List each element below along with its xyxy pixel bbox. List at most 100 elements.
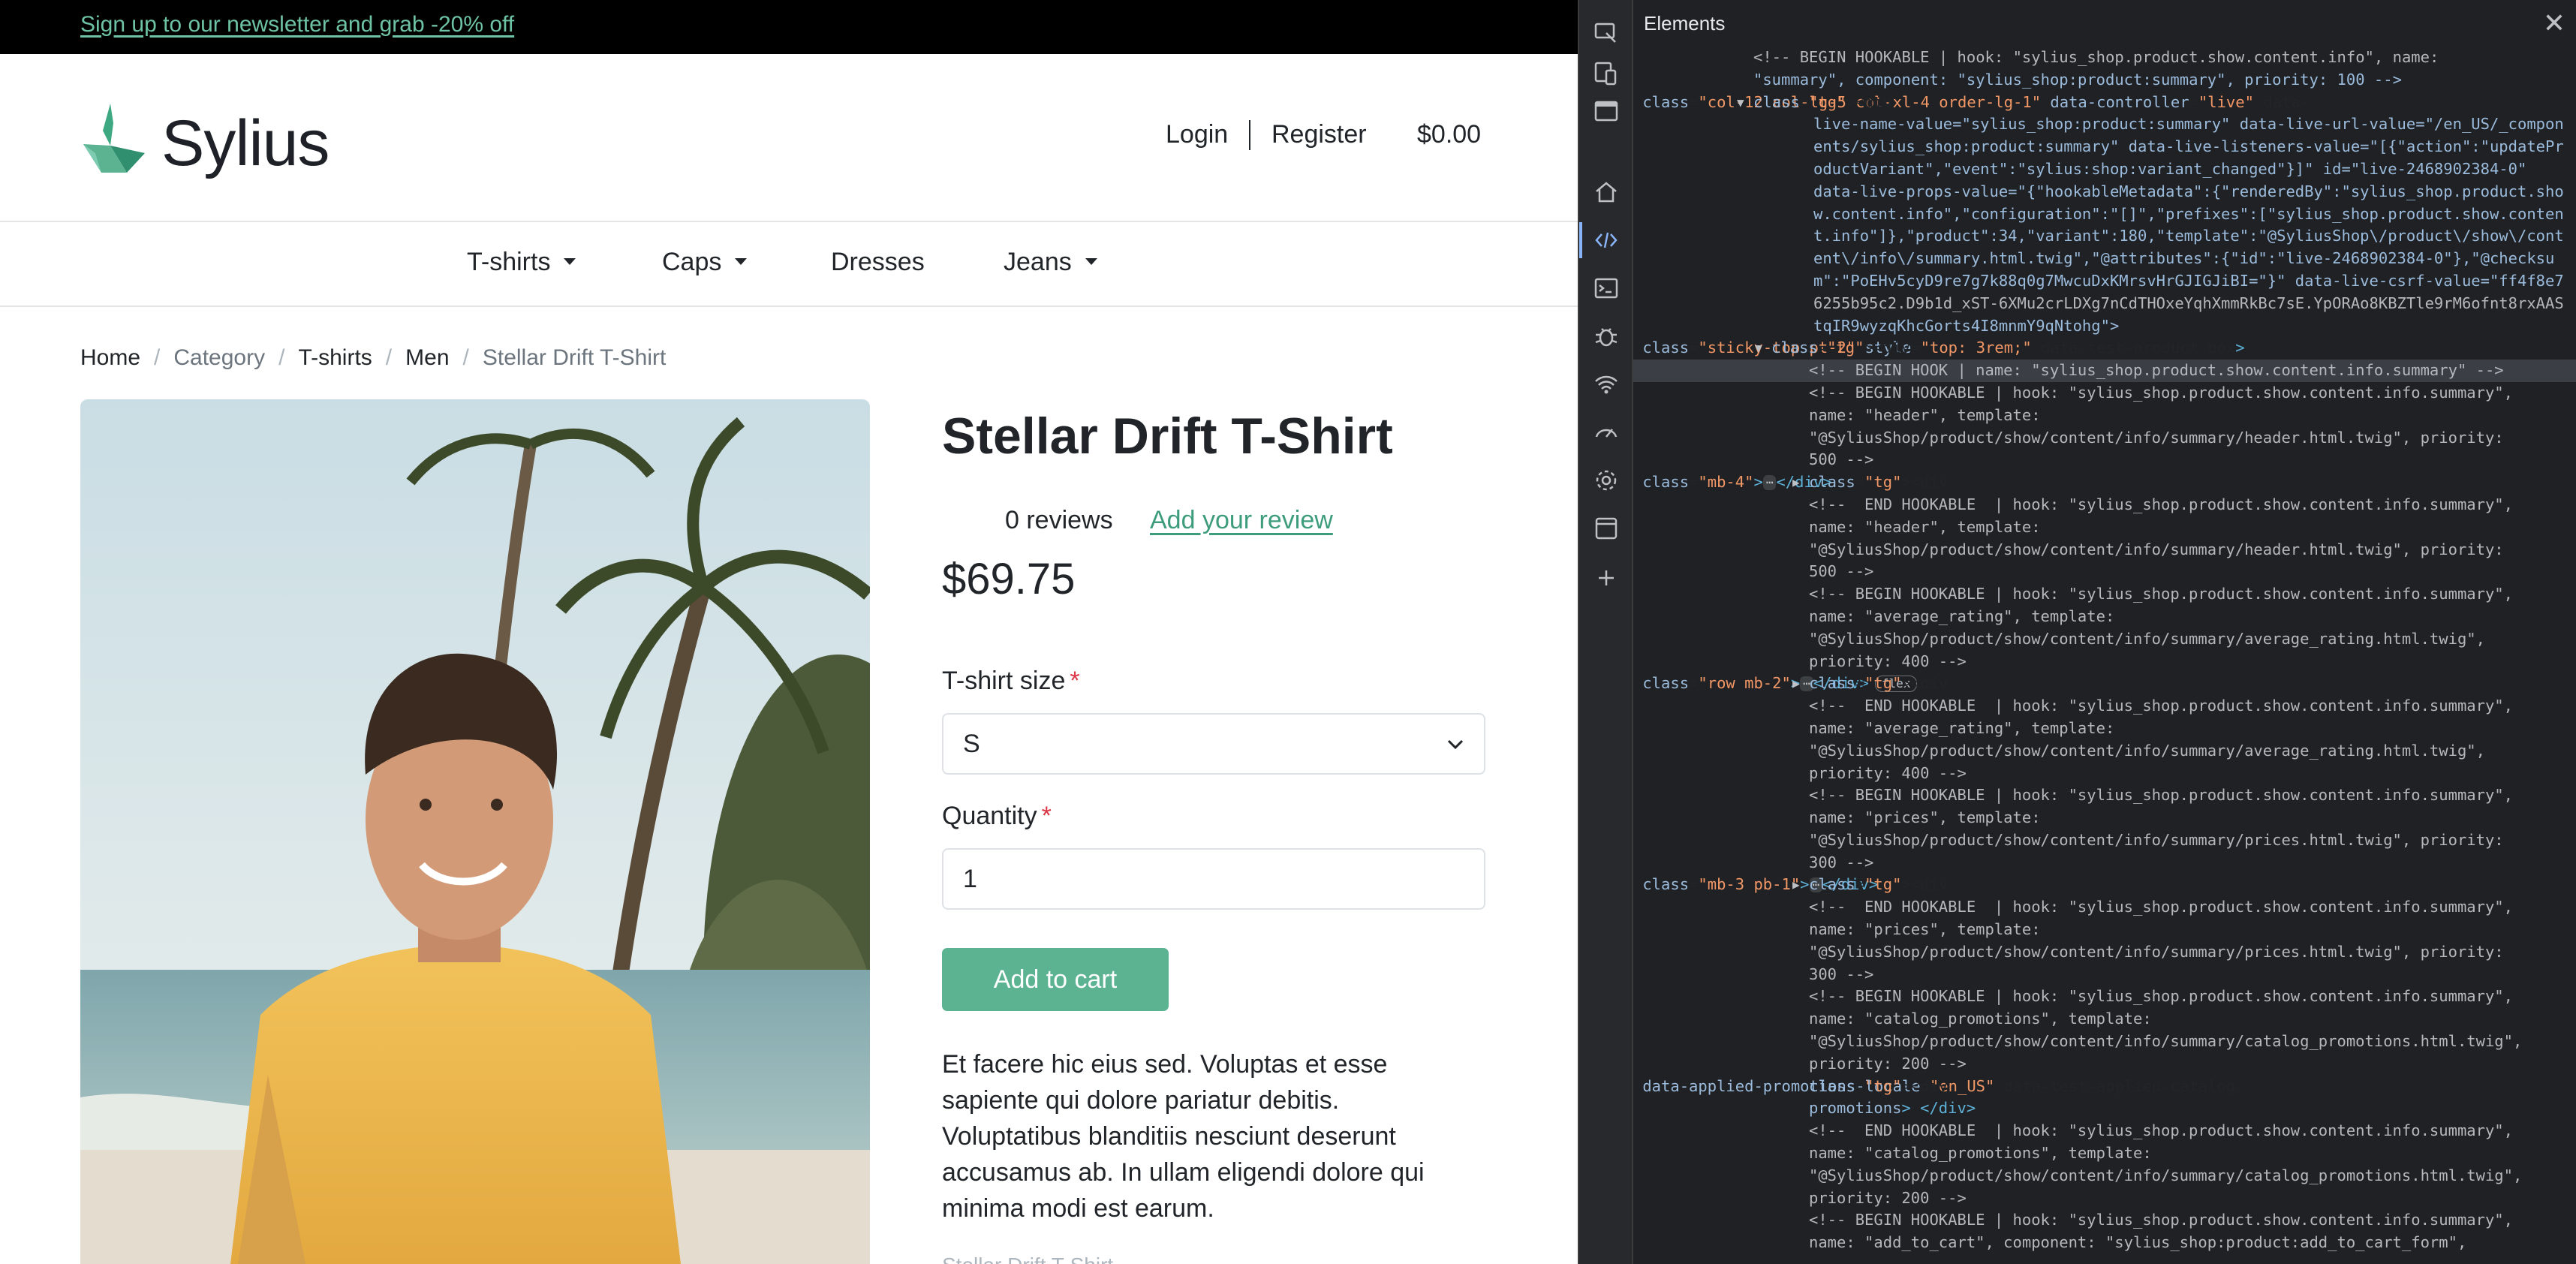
quantity-input[interactable]: 1 (942, 848, 1485, 910)
dom-tree-line[interactable]: ▼ class="tg"><div class="col-12 col-lg-5 … (1633, 92, 2576, 114)
dom-tree-line[interactable]: <!-- END HOOKABLE | hook: "sylius_shop.p… (1633, 1120, 2576, 1142)
quantity-label: Quantity * (942, 802, 1052, 831)
dom-tree-line[interactable]: ▶ class="tg"><div class="row mb-2"> ⋯ </div… (1633, 673, 2576, 695)
collapse-triangle-icon[interactable]: ▶ (1792, 874, 1800, 896)
dom-tree-line[interactable]: "@SyliusShop/product/show/content/info/s… (1633, 1031, 2576, 1053)
newsletter-link[interactable]: Sign up to our newsletter and grab -20% … (80, 12, 514, 38)
collapse-triangle-icon[interactable]: ▶ (1792, 471, 1800, 494)
dom-tree-line[interactable]: name: "prices", template: (1633, 807, 2576, 829)
dom-tree-line[interactable]: "@SyliusShop/product/show/content/info/s… (1633, 539, 2576, 561)
login-link[interactable]: Login (1166, 120, 1228, 149)
breadcrumb-separator: / (385, 345, 393, 370)
product-image[interactable] (80, 399, 870, 1264)
collapse-triangle-icon[interactable]: ▶ (1792, 673, 1800, 695)
dom-tree-line[interactable]: "@SyliusShop/product/show/content/info/s… (1633, 941, 2576, 964)
add-to-cart-button[interactable]: Add to cart (942, 948, 1169, 1011)
device-toolbar-icon[interactable] (1593, 60, 1620, 87)
dom-tree-line[interactable]: <!-- END HOOKABLE | hook: "sylius_shop.p… (1633, 896, 2576, 919)
dom-tree-line[interactable]: name: "header", template: (1633, 405, 2576, 427)
dom-tree-line[interactable]: "@SyliusShop/product/show/content/info/s… (1633, 829, 2576, 852)
dom-tree-line[interactable]: "summary", component: "sylius_shop:produ… (1633, 69, 2576, 92)
dom-tree-line[interactable]: name: "prices", template: (1633, 919, 2576, 941)
expand-triangle-icon[interactable]: ▼ (1737, 92, 1744, 114)
dock-icon[interactable] (1593, 98, 1620, 125)
breadcrumb-tshirts[interactable]: T-shirts (298, 345, 372, 371)
dom-tree-line[interactable]: ▼ class="tg"><div class="sticky-top pt-2"… (1633, 337, 2576, 360)
ellipsis-icon[interactable]: ⋯ (1762, 475, 1777, 491)
elements-panel-title[interactable]: Elements (1644, 12, 1725, 35)
add-review-link[interactable]: Add your review (1150, 506, 1333, 535)
dom-tree-line[interactable]: promotions> </div> (1633, 1097, 2576, 1120)
dom-tree-line[interactable]: <!-- END HOOKABLE | hook: "sylius_shop.p… (1633, 494, 2576, 516)
dom-tree[interactable]: <!-- BEGIN HOOKABLE | hook: "sylius_shop… (1633, 47, 2576, 1254)
breadcrumb-current: Stellar Drift T-Shirt (482, 345, 667, 370)
elements-icon[interactable] (1593, 227, 1620, 254)
required-mark: * (1041, 802, 1052, 830)
dom-tree-line[interactable]: ▶ class="tg"><div class="mb-3 pb-1"> ⋯ </di… (1633, 874, 2576, 896)
dom-tree-line[interactable]: class="tg"><div data-applied-promotions-… (1633, 1076, 2576, 1098)
size-select[interactable]: S (942, 713, 1485, 775)
dom-tree-line[interactable]: priority: 200 --> (1633, 1187, 2576, 1210)
size-label-text: T-shirt size (942, 667, 1066, 695)
size-selected-value: S (963, 730, 980, 758)
dom-tree-line[interactable]: <!-- BEGIN HOOK | name: "sylius_shop.pro… (1633, 360, 2576, 382)
dom-tree-line[interactable]: 500 --> (1633, 449, 2576, 471)
dom-tree-line[interactable]: oductVariant","event":"sylius:shop:varia… (1633, 158, 2576, 181)
breadcrumb-home[interactable]: Home (80, 345, 140, 371)
sources-icon[interactable] (1593, 323, 1620, 350)
dom-tree-line[interactable]: "@SyliusShop/product/show/content/info/s… (1633, 427, 2576, 450)
dom-tree-line[interactable]: live-name-value="sylius_shop:product:sum… (1633, 113, 2576, 136)
nav-jeans-label: Jeans (1004, 248, 1072, 276)
dom-tree-line[interactable]: ▶ class="tg"><div class="mb-4"> ⋯ </div> (1633, 471, 2576, 494)
dom-tree-line[interactable]: t.info"]},"product":34,"variant":180,"te… (1633, 225, 2576, 248)
dom-tree-line[interactable]: 300 --> (1633, 852, 2576, 874)
application-icon[interactable] (1593, 515, 1620, 542)
dom-tree-line[interactable]: 6255b95c2.D9b1d_xST-6XMu2crLDXg7nCdTHOxe… (1633, 293, 2576, 315)
dom-tree-line[interactable]: <!-- BEGIN HOOKABLE | hook: "sylius_shop… (1633, 986, 2576, 1008)
settings-icon[interactable] (1593, 467, 1620, 494)
brand-logo[interactable]: Sylius (80, 101, 330, 179)
devtools-activity-bar (1579, 0, 1633, 1264)
dom-tree-line[interactable]: priority: 400 --> (1633, 763, 2576, 785)
dom-tree-line[interactable]: <!-- END HOOKABLE | hook: "sylius_shop.p… (1633, 695, 2576, 718)
nav-tshirts[interactable]: T-shirts (467, 248, 576, 277)
dom-tree-line[interactable]: "@SyliusShop/product/show/content/info/s… (1633, 628, 2576, 651)
dom-tree-line[interactable]: tqIR9wyzqKhcGorts4I8mnmY9qNtohg"> (1633, 315, 2576, 338)
dom-tree-line[interactable]: "@SyliusShop/product/show/content/info/s… (1633, 740, 2576, 763)
dom-tree-line[interactable]: name: "add_to_cart", component: "sylius_… (1633, 1232, 2576, 1254)
network-icon[interactable] (1593, 371, 1620, 398)
dom-tree-line[interactable]: ent\/info\/summary.html.twig","@attribut… (1633, 248, 2576, 270)
dom-tree-line[interactable]: <!-- BEGIN HOOKABLE | hook: "sylius_shop… (1633, 47, 2576, 69)
performance-icon[interactable] (1593, 419, 1620, 446)
nav-caps[interactable]: Caps (662, 248, 748, 277)
dom-tree-line[interactable]: 500 --> (1633, 561, 2576, 583)
dom-tree-line[interactable]: <!-- BEGIN HOOKABLE | hook: "sylius_shop… (1633, 583, 2576, 606)
dom-tree-line[interactable]: <!-- BEGIN HOOKABLE | hook: "sylius_shop… (1633, 1209, 2576, 1232)
dom-tree-line[interactable]: data-live-props-value="{"hookableMetadat… (1633, 181, 2576, 203)
cart-total[interactable]: $0.00 (1417, 120, 1481, 149)
dom-tree-line[interactable]: name: "average_rating", template: (1633, 606, 2576, 628)
dom-tree-line[interactable]: 300 --> (1633, 964, 2576, 986)
dom-tree-line[interactable]: name: "average_rating", template: (1633, 718, 2576, 740)
dom-tree-line[interactable]: name: "header", template: (1633, 516, 2576, 539)
console-icon[interactable] (1593, 275, 1620, 302)
inspect-icon[interactable] (1593, 20, 1620, 47)
register-link[interactable]: Register (1271, 120, 1367, 149)
home-icon[interactable] (1593, 179, 1620, 206)
breadcrumb-men[interactable]: Men (405, 345, 449, 371)
dom-tree-line[interactable]: priority: 400 --> (1633, 651, 2576, 673)
dom-tree-line[interactable]: "@SyliusShop/product/show/content/info/s… (1633, 1165, 2576, 1187)
dom-tree-line[interactable]: priority: 200 --> (1633, 1053, 2576, 1076)
dom-tree-line[interactable]: name: "catalog_promotions", template: (1633, 1008, 2576, 1031)
dom-tree-line[interactable]: ents/sylius_shop:product:summary" data-l… (1633, 136, 2576, 158)
dom-tree-line[interactable]: <!-- BEGIN HOOKABLE | hook: "sylius_shop… (1633, 382, 2576, 405)
dom-tree-line[interactable]: m":"PoEHv5cyD9re7g7k88q0g7MwcuDxKMrsvHrG… (1633, 270, 2576, 293)
add-panel-icon[interactable] (1593, 564, 1620, 591)
nav-jeans[interactable]: Jeans (1004, 248, 1097, 277)
nav-dresses[interactable]: Dresses (831, 248, 925, 277)
dom-tree-line[interactable]: w.content.info","configuration":"[]","pr… (1633, 203, 2576, 226)
expand-triangle-icon[interactable]: ▼ (1755, 337, 1762, 360)
dom-tree-line[interactable]: <!-- BEGIN HOOKABLE | hook: "sylius_shop… (1633, 784, 2576, 807)
close-icon[interactable]: ✕ (2543, 8, 2565, 39)
dom-tree-line[interactable]: name: "catalog_promotions", template: (1633, 1142, 2576, 1165)
